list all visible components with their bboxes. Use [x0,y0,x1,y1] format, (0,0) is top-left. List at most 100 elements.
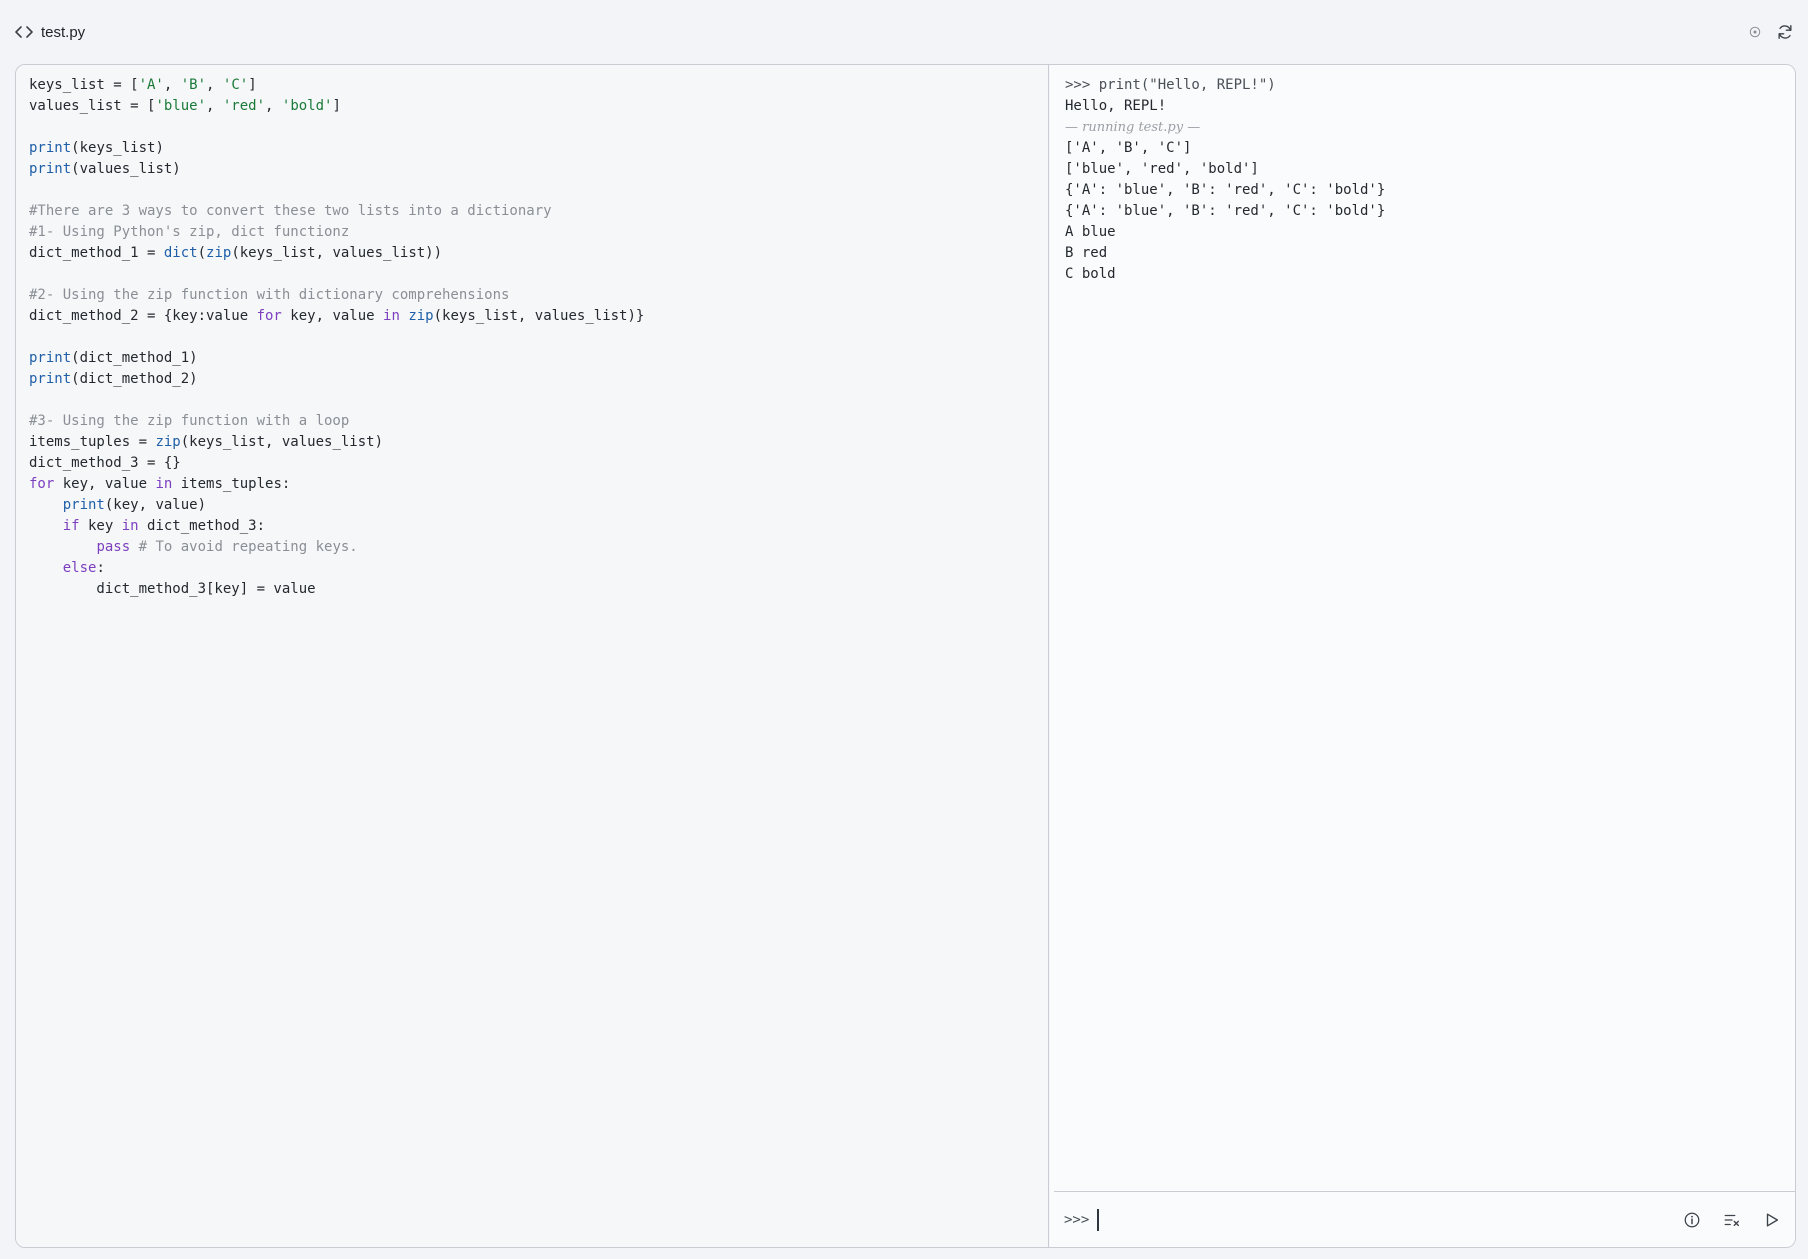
repl-run-notice: — running test.py — [1065,120,1201,135]
code-token: dict_method_3[key] = value [29,581,316,597]
code-line: dict_method_2 = {key:value for key, valu… [29,306,1048,327]
repl-output-line: C bold [1065,266,1116,282]
top-bar: test.py [0,0,1808,64]
code-line: for key, value in items_tuples: [29,474,1048,495]
code-token: 'B' [180,77,207,93]
code-token: dict [163,245,198,261]
code-icon [14,22,34,42]
repl-panel: >>> print("Hello, REPL!") Hello, REPL! — r… [1050,65,1795,1247]
file-tab[interactable]: test.py [14,20,85,44]
code-token: (keys_list, values_list) [180,434,384,450]
code-token: 'red' [222,98,266,114]
repl-input-bar: >>> [1054,1191,1795,1247]
info-icon[interactable] [1681,1209,1703,1231]
code-token: , [206,77,223,93]
code-token: (keys_list) [71,140,164,156]
code-token: pass [96,539,131,555]
code-line: items_tuples = zip(keys_list, values_lis… [29,432,1048,453]
repl-output-line: Hello, REPL! [1065,98,1167,114]
code-line: dict_method_3[key] = value [29,579,1048,600]
code-token: if [62,518,80,534]
code-token: 'bold' [281,98,333,114]
file-name: test.py [41,23,86,41]
code-token: else [62,560,97,576]
code-token: #1- Using Python's zip, dict functionz [29,224,350,240]
code-token: print [29,350,72,366]
code-token: # To avoid repeating keys. [138,539,358,555]
clear-output-icon[interactable] [1721,1209,1743,1231]
code-line: values_list = ['blue', 'red', 'bold'] [29,96,1048,117]
code-token: print [29,140,72,156]
code-line: print(dict_method_2) [29,369,1048,390]
code-line: keys_list = ['A', 'B', 'C'] [29,75,1048,96]
code-token: in [155,476,173,492]
repl-output: >>> print("Hello, REPL!") Hello, REPL! — r… [1050,65,1795,285]
code-token: zip [408,308,434,324]
code-token: (keys_list, values_list)) [231,245,443,261]
code-token: 'blue' [155,98,207,114]
code-token: (keys_list, values_list)} [433,308,645,324]
code-token: print [62,497,105,513]
repl-output-line: ['blue', 'red', 'bold'] [1065,161,1259,177]
code-line: dict_method_3 = {} [29,453,1048,474]
code-line: else: [29,558,1048,579]
code-token: 'C' [222,77,249,93]
circle-dot-icon[interactable] [1745,22,1765,42]
repl-actions [1681,1192,1783,1247]
code-editor[interactable]: keys_list = ['A', 'B', 'C'] values_list =… [16,65,1049,1247]
code-token: (dict_method_1) [71,350,198,366]
code-token: print [29,371,72,387]
workspace: keys_list = ['A', 'B', 'C'] values_list =… [15,64,1796,1248]
code-token: zip [206,245,232,261]
run-icon[interactable] [1761,1209,1783,1231]
code-token: , [163,77,181,93]
code-line: #3- Using the zip function with a loop [29,411,1048,432]
repl-output-line: ['A', 'B', 'C'] [1065,140,1192,156]
code-token: (dict_method_2) [71,371,198,387]
code-token: zip [155,434,181,450]
code-token: in [383,308,400,324]
code-token: #There are 3 ways to convert these two l… [29,203,552,219]
code-token: items_tuples = [29,434,156,450]
code-token: #3- Using the zip function with a loop [29,413,350,429]
code-token: print [29,161,72,177]
code-line: #There are 3 ways to convert these two l… [29,201,1048,222]
code-line: #1- Using Python's zip, dict functionz [29,222,1048,243]
code-token: for [29,476,55,492]
refresh-icon[interactable] [1775,22,1795,42]
code-token: , [206,98,223,114]
code-token: ] [332,98,341,114]
code-token: dict_method_1 = [29,245,164,261]
code-token: ( [197,245,207,261]
code-token: key, value [54,476,156,492]
top-actions [1745,20,1795,44]
code-token: for [256,308,282,324]
code-token: (key, value) [104,497,207,513]
code-token: : [96,560,105,576]
code-token: in [121,518,139,534]
code-line: if key in dict_method_3: [29,516,1048,537]
repl-prompt: >>> [1064,1211,1090,1228]
code-line: pass # To avoid repeating keys. [29,537,1048,558]
repl-output-line: B red [1065,245,1108,261]
code-token: dict_method_3: [138,518,266,534]
code-line: dict_method_1 = dict(zip(keys_list, valu… [29,243,1048,264]
code-token: ] [248,77,257,93]
repl-output-line: {'A': 'blue', 'B': 'red', 'C': 'bold'} [1065,182,1386,198]
code-content[interactable]: keys_list = ['A', 'B', 'C'] values_list =… [29,75,1048,600]
repl-input[interactable] [1097,1208,1658,1231]
code-line: print(key, value) [29,495,1048,516]
code-token: #2- Using the zip function with dictiona… [29,287,510,303]
code-token: items_tuples: [172,476,291,492]
code-token: (values_list) [71,161,181,177]
code-token: dict_method_2 = {key:value [29,308,257,324]
code-token: key [79,518,122,534]
code-line: print(keys_list) [29,138,1048,159]
